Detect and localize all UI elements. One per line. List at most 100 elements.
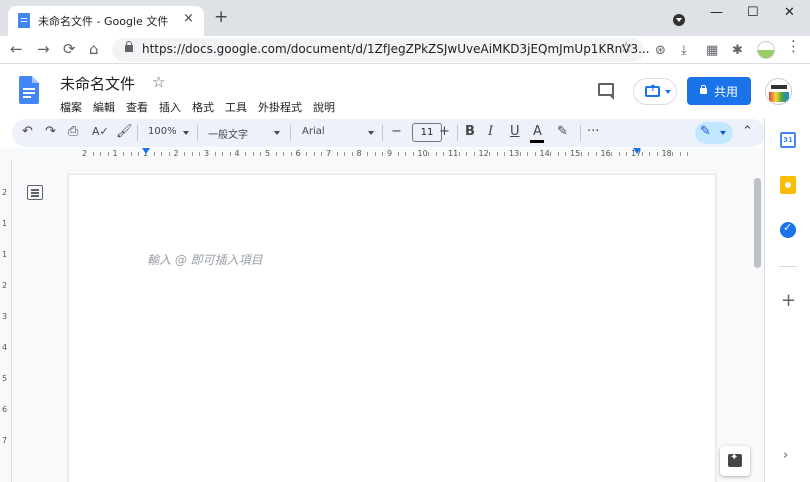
editing-mode-button[interactable]: ✎ bbox=[695, 122, 733, 144]
menu-format[interactable]: 格式 bbox=[192, 99, 214, 115]
ruler-number: 2 bbox=[173, 149, 179, 158]
home-button[interactable]: ⌂ bbox=[89, 39, 99, 59]
address-bar[interactable]: https://docs.google.com/document/d/1ZfJe… bbox=[112, 38, 650, 62]
increase-font-size-button[interactable]: + bbox=[439, 124, 450, 140]
download-icon[interactable]: ⤓ bbox=[681, 44, 687, 57]
tasks-icon[interactable] bbox=[780, 221, 796, 238]
ruler-track: 2 1 1 2 3 4 5 6 7 8 9 10 11 12 13 14 15 16 17 18 bbox=[68, 148, 716, 160]
menu-help[interactable]: 說明 bbox=[313, 99, 335, 115]
vertical-ruler-number: 2 bbox=[2, 188, 8, 197]
ruler-number: 1 bbox=[112, 149, 118, 158]
menu-insert[interactable]: 插入 bbox=[159, 99, 181, 115]
extension-icon[interactable]: ⊛ bbox=[655, 44, 666, 57]
explore-icon bbox=[728, 452, 742, 467]
bold-button[interactable]: B bbox=[465, 124, 475, 140]
ruler-number: 16 bbox=[600, 149, 611, 158]
minimize-button[interactable]: — bbox=[710, 5, 723, 20]
vertical-ruler-number: 1 bbox=[2, 219, 8, 228]
docs-menubar: 檔案 編輯 查看 插入 格式 工具 外掛程式 說明 bbox=[60, 99, 346, 115]
print-icon[interactable]: ⎙ bbox=[68, 124, 78, 140]
ruler-number: 13 bbox=[509, 149, 520, 158]
horizontal-ruler: 2 1 1 2 3 4 5 6 7 8 9 10 11 12 13 14 15 16 17 18 bbox=[0, 148, 764, 160]
spellcheck-icon[interactable]: A✓ bbox=[92, 124, 109, 140]
left-indent-marker[interactable] bbox=[142, 148, 150, 154]
star-document-icon[interactable]: ☆ bbox=[152, 73, 165, 91]
decrease-font-size-button[interactable]: − bbox=[391, 124, 402, 140]
undo-icon[interactable]: ↶ bbox=[22, 124, 33, 140]
reload-button[interactable]: ⟳ bbox=[63, 39, 76, 59]
present-icon bbox=[645, 84, 660, 97]
browser-titlebar: 未命名文件 - Google 文件 × + — ☐ ✕ bbox=[0, 0, 810, 36]
menu-file[interactable]: 檔案 bbox=[60, 99, 82, 115]
editing-toolbar: ↶ ↷ ⎙ A✓ 🖌 100% 一般文字 Arial − 11 + B I U … bbox=[12, 119, 766, 147]
document-page[interactable]: 輸入 @ 即可插入項目 bbox=[68, 174, 716, 482]
pencil-icon: ✎ bbox=[700, 124, 711, 139]
underline-button[interactable]: U bbox=[510, 124, 520, 140]
comment-history-icon[interactable] bbox=[598, 83, 614, 100]
get-addons-icon[interactable]: + bbox=[781, 292, 796, 310]
new-tab-button[interactable]: + bbox=[214, 9, 228, 26]
chevron-down-icon bbox=[183, 131, 189, 135]
url-text[interactable]: https://docs.google.com/document/d/1ZfJe… bbox=[142, 42, 650, 56]
ruler-number: 10 bbox=[417, 149, 428, 158]
font-size-input[interactable]: 11 bbox=[412, 123, 442, 142]
scrollbar[interactable] bbox=[754, 178, 761, 268]
tab-title: 未命名文件 - Google 文件 bbox=[38, 15, 169, 28]
maximize-button[interactable]: ☐ bbox=[747, 5, 759, 20]
vertical-ruler-number: 7 bbox=[2, 436, 8, 445]
browser-toolbar: ← → ⟳ ⌂ https://docs.google.com/document… bbox=[0, 36, 810, 64]
menu-edit[interactable]: 編輯 bbox=[93, 99, 115, 115]
qr-extension-icon[interactable]: ▦ bbox=[706, 44, 718, 57]
account-avatar[interactable] bbox=[765, 78, 792, 105]
back-button[interactable]: ← bbox=[10, 39, 23, 59]
ruler-number: 18 bbox=[661, 149, 672, 158]
extensions-puzzle-icon[interactable]: ✱ bbox=[732, 44, 743, 57]
ruler-number: 5 bbox=[265, 149, 271, 158]
vertical-ruler-number: 4 bbox=[2, 343, 8, 352]
vertical-ruler-number: 1 bbox=[2, 250, 8, 259]
lock-icon[interactable] bbox=[125, 41, 133, 52]
zoom-select[interactable]: 100% bbox=[148, 126, 177, 137]
redo-icon[interactable]: ↷ bbox=[45, 124, 56, 140]
bookmark-star-icon[interactable]: ☆ bbox=[620, 40, 633, 56]
ruler-number: 9 bbox=[387, 149, 393, 158]
document-title[interactable]: 未命名文件 bbox=[60, 73, 135, 94]
calendar-icon[interactable]: 31 bbox=[780, 132, 796, 148]
right-indent-marker[interactable] bbox=[633, 148, 641, 154]
forward-button[interactable]: → bbox=[37, 39, 50, 59]
chevron-down-icon bbox=[665, 90, 671, 94]
italic-button[interactable]: I bbox=[488, 124, 493, 140]
empty-document-placeholder[interactable]: 輸入 @ 即可插入項目 bbox=[147, 251, 263, 268]
more-options-icon[interactable]: ··· bbox=[587, 124, 599, 140]
menu-addons[interactable]: 外掛程式 bbox=[258, 99, 302, 115]
ruler-number: 2 bbox=[82, 149, 88, 158]
ruler-number: 7 bbox=[326, 149, 332, 158]
style-select[interactable]: 一般文字 bbox=[208, 126, 248, 141]
chevron-right-icon[interactable]: › bbox=[783, 448, 788, 463]
share-label: 共用 bbox=[714, 85, 739, 99]
menu-view[interactable]: 查看 bbox=[126, 99, 148, 115]
ruler-number: 3 bbox=[204, 149, 210, 158]
vertical-ruler-number: 3 bbox=[2, 312, 8, 321]
document-outline-icon[interactable] bbox=[27, 185, 43, 200]
tab-search-icon[interactable] bbox=[673, 14, 685, 26]
close-window-button[interactable]: ✕ bbox=[784, 5, 795, 20]
profile-avatar-icon[interactable] bbox=[757, 41, 775, 59]
side-panel: 31 + › bbox=[764, 118, 810, 482]
text-color-button[interactable]: A bbox=[533, 124, 542, 140]
chevron-down-icon bbox=[720, 131, 726, 135]
tab-close-icon[interactable]: × bbox=[183, 11, 194, 26]
chevron-down-icon bbox=[368, 131, 374, 135]
highlight-color-icon[interactable]: ✎ bbox=[557, 124, 568, 140]
collapse-menus-icon[interactable]: ⌃ bbox=[742, 124, 753, 140]
explore-button[interactable] bbox=[720, 446, 750, 476]
docs-logo-icon[interactable] bbox=[19, 76, 39, 104]
keep-icon[interactable] bbox=[780, 176, 796, 194]
paint-format-icon[interactable]: 🖌 bbox=[116, 124, 133, 140]
share-button[interactable]: 共用 bbox=[687, 77, 751, 105]
browser-tab[interactable]: 未命名文件 - Google 文件 × bbox=[8, 6, 204, 36]
browser-menu-icon[interactable]: ⋮ bbox=[786, 39, 801, 54]
font-select[interactable]: Arial bbox=[302, 126, 325, 137]
present-button[interactable] bbox=[633, 78, 677, 105]
menu-tools[interactable]: 工具 bbox=[225, 99, 247, 115]
